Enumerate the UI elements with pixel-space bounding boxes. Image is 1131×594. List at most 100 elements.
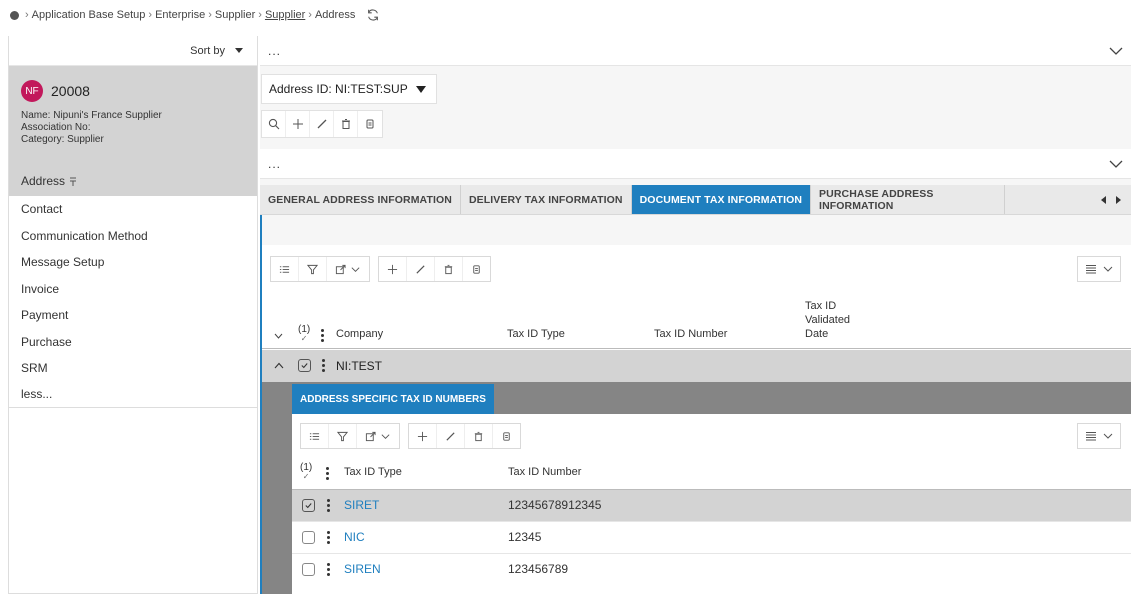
table-row[interactable]: NIC 12345 xyxy=(292,522,1131,554)
list-icon xyxy=(309,432,320,440)
tab-purchase-address-information[interactable]: PURCHASE ADDRESS INFORMATION xyxy=(811,185,1006,214)
sub-delete-button[interactable] xyxy=(465,424,493,448)
tab-scroll-left-icon[interactable] xyxy=(1101,195,1106,204)
row-checkbox[interactable] xyxy=(298,359,311,372)
filter-button[interactable] xyxy=(299,257,327,281)
chevron-down-icon[interactable] xyxy=(274,333,283,340)
breadcrumb-item[interactable]: Application Base Setup xyxy=(32,9,146,21)
tab-document-tax-information[interactable]: DOCUMENT TAX INFORMATION xyxy=(631,185,812,214)
duplicate-icon xyxy=(503,431,510,441)
tab-delivery-tax-information[interactable]: DELIVERY TAX INFORMATION xyxy=(461,185,632,214)
export-button[interactable] xyxy=(327,257,369,281)
column-tax-id-number[interactable]: Tax ID Number xyxy=(654,328,727,340)
row-checkbox[interactable] xyxy=(302,499,315,512)
tab-general-address-information[interactable]: GENERAL ADDRESS INFORMATION xyxy=(260,185,461,214)
row-tax-id-type-link[interactable]: SIREN xyxy=(344,562,381,576)
breadcrumb-item[interactable]: Enterprise xyxy=(155,9,205,21)
sort-bar[interactable]: Sort by xyxy=(9,36,257,66)
record-id: 20008 xyxy=(51,83,90,99)
row-kebab-icon[interactable] xyxy=(327,531,330,544)
main-area: ... Address ID: NI:TEST:SUP ... GENERAL … xyxy=(260,36,1131,594)
nav-item-less[interactable]: less... xyxy=(9,382,257,408)
sub-duplicate-button[interactable] xyxy=(493,424,520,448)
sub-export-button[interactable] xyxy=(357,424,399,448)
sub-view-options-button[interactable] xyxy=(1077,423,1121,449)
row-checkbox[interactable] xyxy=(302,531,315,544)
sub-filter-button[interactable] xyxy=(329,424,357,448)
sub-selected-count[interactable]: (1) ✓ xyxy=(300,462,312,481)
sub-header-kebab-icon[interactable] xyxy=(326,467,329,480)
caret-down-icon[interactable] xyxy=(415,85,426,93)
row-kebab-icon[interactable] xyxy=(327,499,330,512)
duplicate-button[interactable] xyxy=(358,111,382,137)
sub-new-button[interactable] xyxy=(409,424,437,448)
section-collapse-bar[interactable]: ... xyxy=(260,149,1131,179)
chevron-down-icon[interactable] xyxy=(1109,159,1123,169)
plus-icon xyxy=(387,264,398,274)
caret-down-icon[interactable] xyxy=(235,48,243,53)
export-icon xyxy=(335,264,346,274)
table-row[interactable]: SIREN 123456789 xyxy=(292,554,1131,586)
nav-item-message-setup[interactable]: Message Setup xyxy=(9,249,257,276)
nav-item-address[interactable]: Address xyxy=(9,166,257,196)
chevron-up-icon[interactable] xyxy=(274,362,284,369)
row-kebab-icon[interactable] xyxy=(322,359,325,372)
new-button[interactable] xyxy=(286,111,310,137)
row-tax-id-type-link[interactable]: SIRET xyxy=(344,498,379,512)
plus-icon xyxy=(292,119,303,129)
address-id-label: Address ID: NI:TEST:SUP xyxy=(269,82,408,96)
chevron-down-icon xyxy=(1103,266,1112,272)
sub-edit-button[interactable] xyxy=(437,424,465,448)
nav-item-invoice[interactable]: Invoice xyxy=(9,276,257,303)
subgrid: (1) ✓ Tax ID Type Tax ID Number SIRET 12… xyxy=(292,414,1131,594)
grid-toolbar xyxy=(270,256,491,282)
breadcrumb-separator: › xyxy=(208,9,212,21)
header-kebab-icon[interactable] xyxy=(321,329,324,342)
table-row[interactable]: SIRET 12345678912345 xyxy=(292,490,1131,522)
selected-count[interactable]: (1) ✓ xyxy=(298,324,310,343)
refresh-icon[interactable] xyxy=(366,8,380,22)
nav-item-label: Address xyxy=(21,174,66,188)
grid-new-button[interactable] xyxy=(379,257,407,281)
delete-button[interactable] xyxy=(334,111,358,137)
search-icon xyxy=(268,118,279,130)
chevron-down-icon xyxy=(351,266,360,272)
table-row[interactable]: NI:TEST xyxy=(262,350,1131,382)
tab-scroll-right-icon[interactable] xyxy=(1116,195,1121,204)
row-kebab-icon[interactable] xyxy=(327,563,330,576)
grid-edit-button[interactable] xyxy=(407,257,435,281)
sub-column-tax-id-number[interactable]: Tax ID Number xyxy=(508,466,581,478)
header-collapse-bar[interactable]: ... xyxy=(260,36,1131,66)
breadcrumb: › Application Base Setup › Enterprise › … xyxy=(10,8,380,22)
row-tax-id-number: 12345678912345 xyxy=(508,498,602,512)
row-checkbox[interactable] xyxy=(302,563,315,576)
nav-item-purchase[interactable]: Purchase xyxy=(9,329,257,356)
nav-item-contact[interactable]: Contact xyxy=(9,196,257,223)
record-toolbar xyxy=(261,110,383,138)
edit-button[interactable] xyxy=(310,111,334,137)
pencil-icon xyxy=(446,431,455,441)
grid-delete-button[interactable] xyxy=(435,257,463,281)
breadcrumb-item-link[interactable]: Supplier xyxy=(265,9,305,21)
nav-item-srm[interactable]: SRM xyxy=(9,355,257,382)
column-tax-id-type[interactable]: Tax ID Type xyxy=(507,328,565,340)
sub-column-chooser-button[interactable] xyxy=(301,424,329,448)
breadcrumb-item[interactable]: Supplier xyxy=(215,9,255,21)
view-options-button[interactable] xyxy=(1077,256,1121,282)
column-company[interactable]: Company xyxy=(336,328,383,340)
column-chooser-button[interactable] xyxy=(271,257,299,281)
nav-item-communication-method[interactable]: Communication Method xyxy=(9,223,257,250)
nav-item-payment[interactable]: Payment xyxy=(9,302,257,329)
address-id-selector[interactable]: Address ID: NI:TEST:SUP xyxy=(261,74,437,104)
home-dot-icon[interactable] xyxy=(10,10,19,20)
pin-icon[interactable] xyxy=(69,177,77,186)
search-button[interactable] xyxy=(262,111,286,137)
navigator-panel: Sort by NF 20008 Name: Nipuni's France S… xyxy=(8,36,258,594)
sub-column-tax-id-type[interactable]: Tax ID Type xyxy=(344,466,402,478)
sort-by-label[interactable]: Sort by xyxy=(190,45,225,57)
tab-address-specific-tax-id-numbers[interactable]: ADDRESS SPECIFIC TAX ID NUMBERS xyxy=(292,384,494,414)
row-tax-id-type-link[interactable]: NIC xyxy=(344,530,365,544)
chevron-down-icon[interactable] xyxy=(1109,46,1123,56)
grid-duplicate-button[interactable] xyxy=(463,257,490,281)
column-tax-id-validated-date[interactable]: Tax ID Validated Date xyxy=(805,299,850,341)
